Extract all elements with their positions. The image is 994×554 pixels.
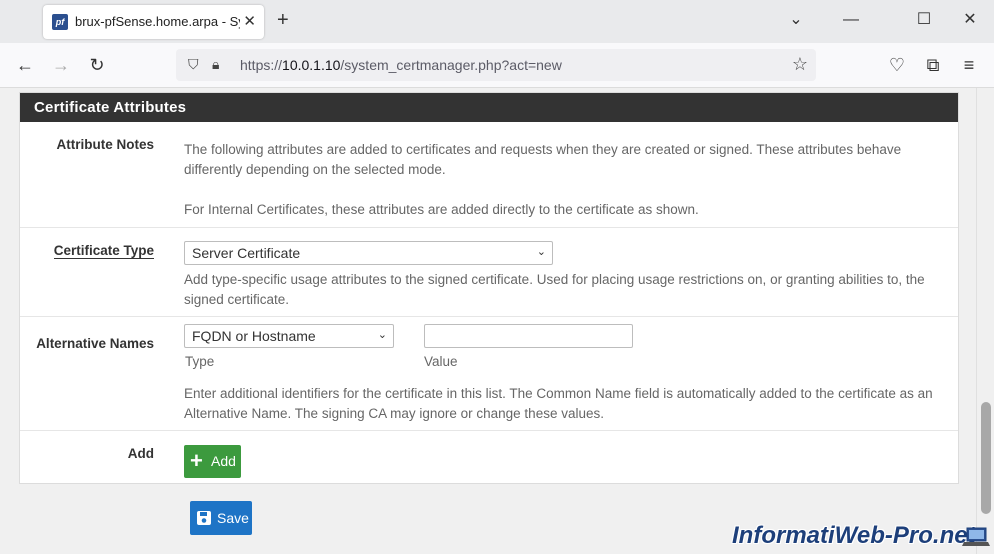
add-row: Add + Add bbox=[20, 430, 958, 484]
url-path: /system_certmanager.php?act=new bbox=[340, 57, 562, 73]
shield-icon[interactable]: ⛉ bbox=[188, 56, 199, 73]
alternative-names-help: Enter additional identifiers for the cer… bbox=[184, 386, 933, 421]
alternative-names-label: Alternative Names bbox=[36, 336, 154, 351]
save-button[interactable]: Save bbox=[190, 501, 252, 535]
watermark-text: InformatiWeb-Pro.net bbox=[732, 522, 976, 549]
save-button-label: Save bbox=[217, 510, 249, 526]
back-icon[interactable]: ← bbox=[13, 53, 37, 77]
tab-bar: pf brux-pfSense.home.arpa - System ✕ + ⌄… bbox=[0, 0, 994, 43]
certificate-type-label: Certificate Type bbox=[53, 243, 154, 259]
scrollbar-thumb[interactable] bbox=[981, 402, 991, 514]
page-content: Certificate Attributes Attribute Notes T… bbox=[0, 88, 976, 554]
minimize-icon[interactable]: — bbox=[836, 8, 866, 32]
pfsense-favicon-icon: pf bbox=[52, 14, 68, 30]
panel-title: Certificate Attributes bbox=[20, 93, 958, 122]
laptop-logo-icon bbox=[962, 527, 990, 546]
attribute-notes-label: Attribute Notes bbox=[56, 137, 155, 152]
close-window-icon[interactable]: ✕ bbox=[955, 8, 985, 32]
type-caption: Type bbox=[185, 354, 215, 369]
attribute-notes-row: Attribute Notes The following attributes… bbox=[20, 122, 958, 227]
certificate-type-help: Add type-specific usage attributes to th… bbox=[184, 272, 925, 307]
chevron-down-icon: ⌄ bbox=[377, 329, 387, 341]
plus-icon: + bbox=[190, 448, 203, 473]
page-scrollbar[interactable] bbox=[976, 88, 994, 554]
url-prefix: https:// bbox=[240, 57, 283, 73]
new-tab-button[interactable]: + bbox=[277, 8, 289, 32]
forward-icon[interactable]: → bbox=[49, 53, 73, 77]
address-bar[interactable]: ⛉ 🔒︎ https://10.0.1.10/system_certmanage… bbox=[176, 49, 816, 81]
attribute-notes-text-1: The following attributes are added to ce… bbox=[184, 142, 902, 177]
attribute-notes-text-2: For Internal Certificates, these attribu… bbox=[184, 202, 699, 217]
certificate-type-select[interactable]: Server Certificate ⌄ bbox=[184, 241, 553, 265]
add-button[interactable]: + Add bbox=[184, 445, 241, 478]
alternative-name-value-input[interactable] bbox=[424, 324, 633, 348]
floppy-disk-icon bbox=[197, 511, 211, 525]
url-host: 10.0.1.10 bbox=[282, 57, 341, 73]
alternative-name-type-select[interactable]: FQDN or Hostname ⌄ bbox=[184, 324, 394, 348]
navigation-bar: ← → ↻ ⛉ 🔒︎ https://10.0.1.10/system_cert… bbox=[0, 43, 994, 88]
certificate-type-selected: Server Certificate bbox=[192, 245, 301, 261]
lock-icon[interactable]: 🔒︎ bbox=[212, 56, 219, 73]
bookmark-star-icon[interactable]: ☆ bbox=[792, 54, 808, 75]
extensions-icon[interactable]: ⧉ bbox=[921, 53, 945, 77]
alternative-names-row: Alternative Names FQDN or Hostname ⌄ Typ… bbox=[20, 316, 958, 430]
browser-tab[interactable]: pf brux-pfSense.home.arpa - System ✕ bbox=[43, 5, 264, 39]
chevron-down-icon: ⌄ bbox=[536, 246, 546, 258]
url-text[interactable]: https://10.0.1.10/system_certmanager.php… bbox=[240, 57, 562, 73]
value-caption: Value bbox=[424, 354, 458, 369]
certificate-attributes-panel: Certificate Attributes Attribute Notes T… bbox=[19, 92, 959, 484]
certificate-type-row: Certificate Type Server Certificate ⌄ Ad… bbox=[20, 227, 958, 316]
reload-icon[interactable]: ↻ bbox=[85, 53, 109, 77]
add-button-label: Add bbox=[211, 453, 236, 469]
close-tab-icon[interactable]: ✕ bbox=[243, 12, 256, 30]
list-all-tabs-icon[interactable]: ⌄ bbox=[781, 8, 811, 32]
alternative-name-type-selected: FQDN or Hostname bbox=[192, 328, 316, 344]
menu-icon[interactable]: ≡ bbox=[957, 53, 981, 77]
tab-title: brux-pfSense.home.arpa - System bbox=[75, 14, 240, 29]
add-label: Add bbox=[127, 446, 154, 461]
maximize-icon[interactable]: ☐ bbox=[909, 8, 939, 32]
pocket-icon[interactable]: ♡ bbox=[885, 53, 909, 77]
